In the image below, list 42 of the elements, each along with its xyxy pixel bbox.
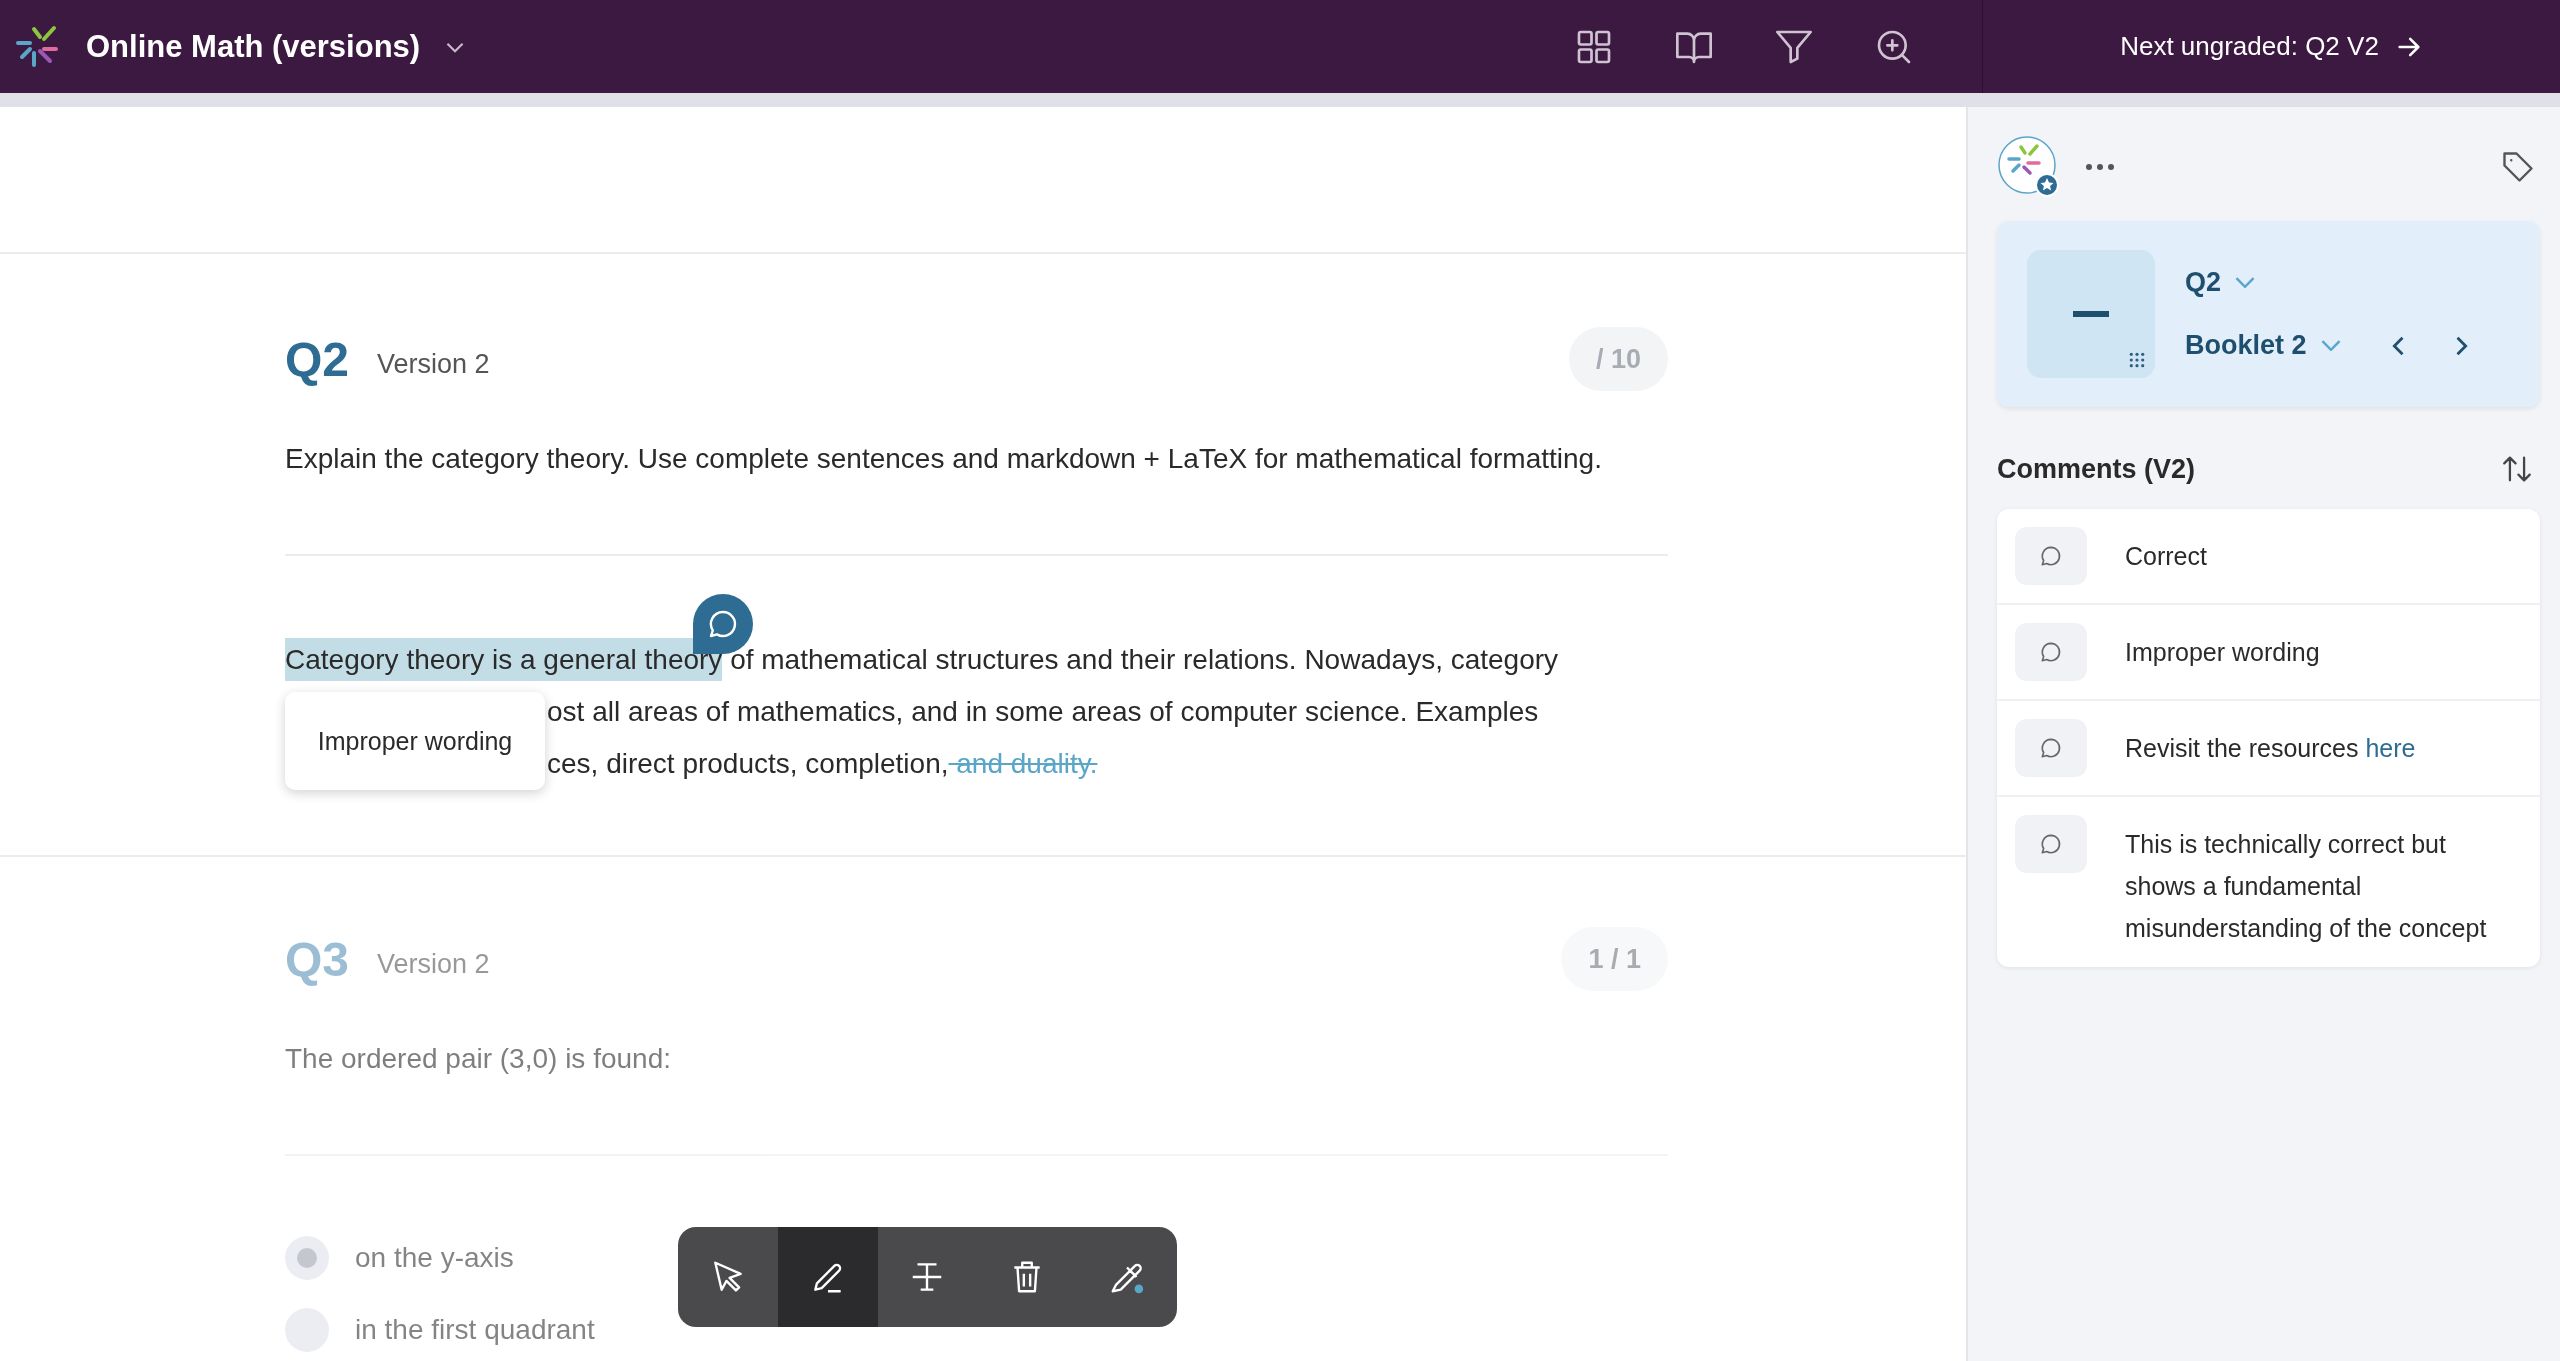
comments-heading: Comments (V2) [1997, 453, 2196, 485]
comment-item[interactable]: Correct [1997, 509, 2540, 605]
highlighted-text[interactable]: Category theory is a general theory [285, 638, 723, 681]
version-label: Version 2 [377, 348, 490, 380]
comment-item[interactable]: This is technically correct but shows a fundamental misunderstanding of the concept [1997, 797, 2540, 967]
comment-item[interactable]: Improper wording [1997, 605, 2540, 701]
version-label: Version 2 [377, 948, 490, 980]
resource-link[interactable]: here [2365, 734, 2416, 762]
chevron-down-icon [2320, 340, 2341, 351]
comment-icon [2015, 815, 2087, 873]
course-title: Online Math (versions) [86, 28, 421, 65]
grid-dots-icon [2129, 352, 2145, 368]
comment-icon [2015, 623, 2087, 681]
comment-text: Revisit the resources here [2125, 733, 2416, 764]
comment-icon [2015, 719, 2087, 777]
pen-tool-button[interactable] [777, 1227, 878, 1327]
comment-text: Improper wording [2125, 637, 2320, 668]
comment-item[interactable]: Revisit the resources here [1997, 701, 2540, 797]
logo-icon [14, 24, 58, 69]
comment-popup: Improper wording [285, 692, 545, 790]
page-thumbnail[interactable] [2027, 250, 2155, 378]
comment-text: This is technically correct but shows a fundamental misunderstanding of the concept [2125, 829, 2488, 944]
question-number: Q2 [285, 331, 350, 387]
more-icon[interactable] [2085, 163, 2115, 171]
answer-text: ces, direct products, completion, [547, 748, 949, 779]
question-number: Q3 [285, 931, 350, 987]
booklet-dropdown[interactable]: Booklet 2 [2185, 330, 2341, 361]
option-label: in the first quadrant [355, 1314, 595, 1346]
comment-icon [2015, 527, 2087, 585]
logo-avatar-icon [1997, 135, 2061, 199]
option-label: on the y-axis [355, 1242, 514, 1274]
answer-text: ost all areas of mathematics, and in some areas of computer science. Examples [547, 696, 1539, 727]
question-prompt: Explain the category theory. Use complete sentences and markdown + LaTeX for mathematical formatting. [285, 442, 1603, 476]
radio-button[interactable] [285, 1236, 329, 1280]
question-dropdown[interactable]: Q2 [2185, 267, 2540, 298]
answer-text: of mathematical structures and their relations. Nowadays, category [729, 644, 1559, 675]
dash-mark [2073, 311, 2109, 317]
chevron-down-icon [2235, 277, 2256, 288]
question-prompt: The ordered pair (3,0) is found: [285, 1042, 672, 1076]
tag-icon[interactable] [2500, 149, 2536, 185]
struck-text: and duality. [955, 748, 1098, 779]
comment-text: Correct [2125, 541, 2207, 572]
